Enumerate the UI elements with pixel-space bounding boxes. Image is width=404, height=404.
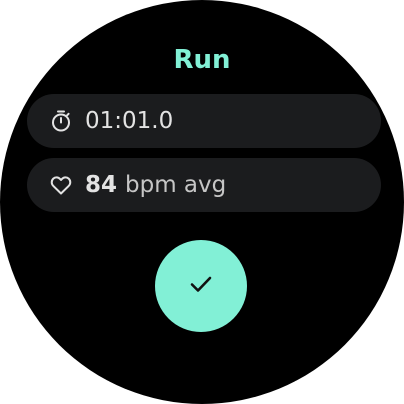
- heart-rate-unit: bpm avg: [125, 172, 227, 198]
- duration-chip[interactable]: 01:01.0: [27, 94, 381, 148]
- watch-screen: Run 01:01.0 84 bpm avg: [0, 0, 404, 404]
- duration-value: 01:01.0: [85, 108, 174, 134]
- heart-icon: [49, 173, 73, 197]
- checkmark-icon: [186, 269, 216, 303]
- page-title: Run: [173, 45, 231, 75]
- heart-rate-chip[interactable]: 84 bpm avg: [27, 158, 381, 212]
- confirm-button[interactable]: [155, 240, 247, 332]
- timer-icon: [49, 109, 73, 133]
- heart-rate-value: 84: [85, 172, 118, 198]
